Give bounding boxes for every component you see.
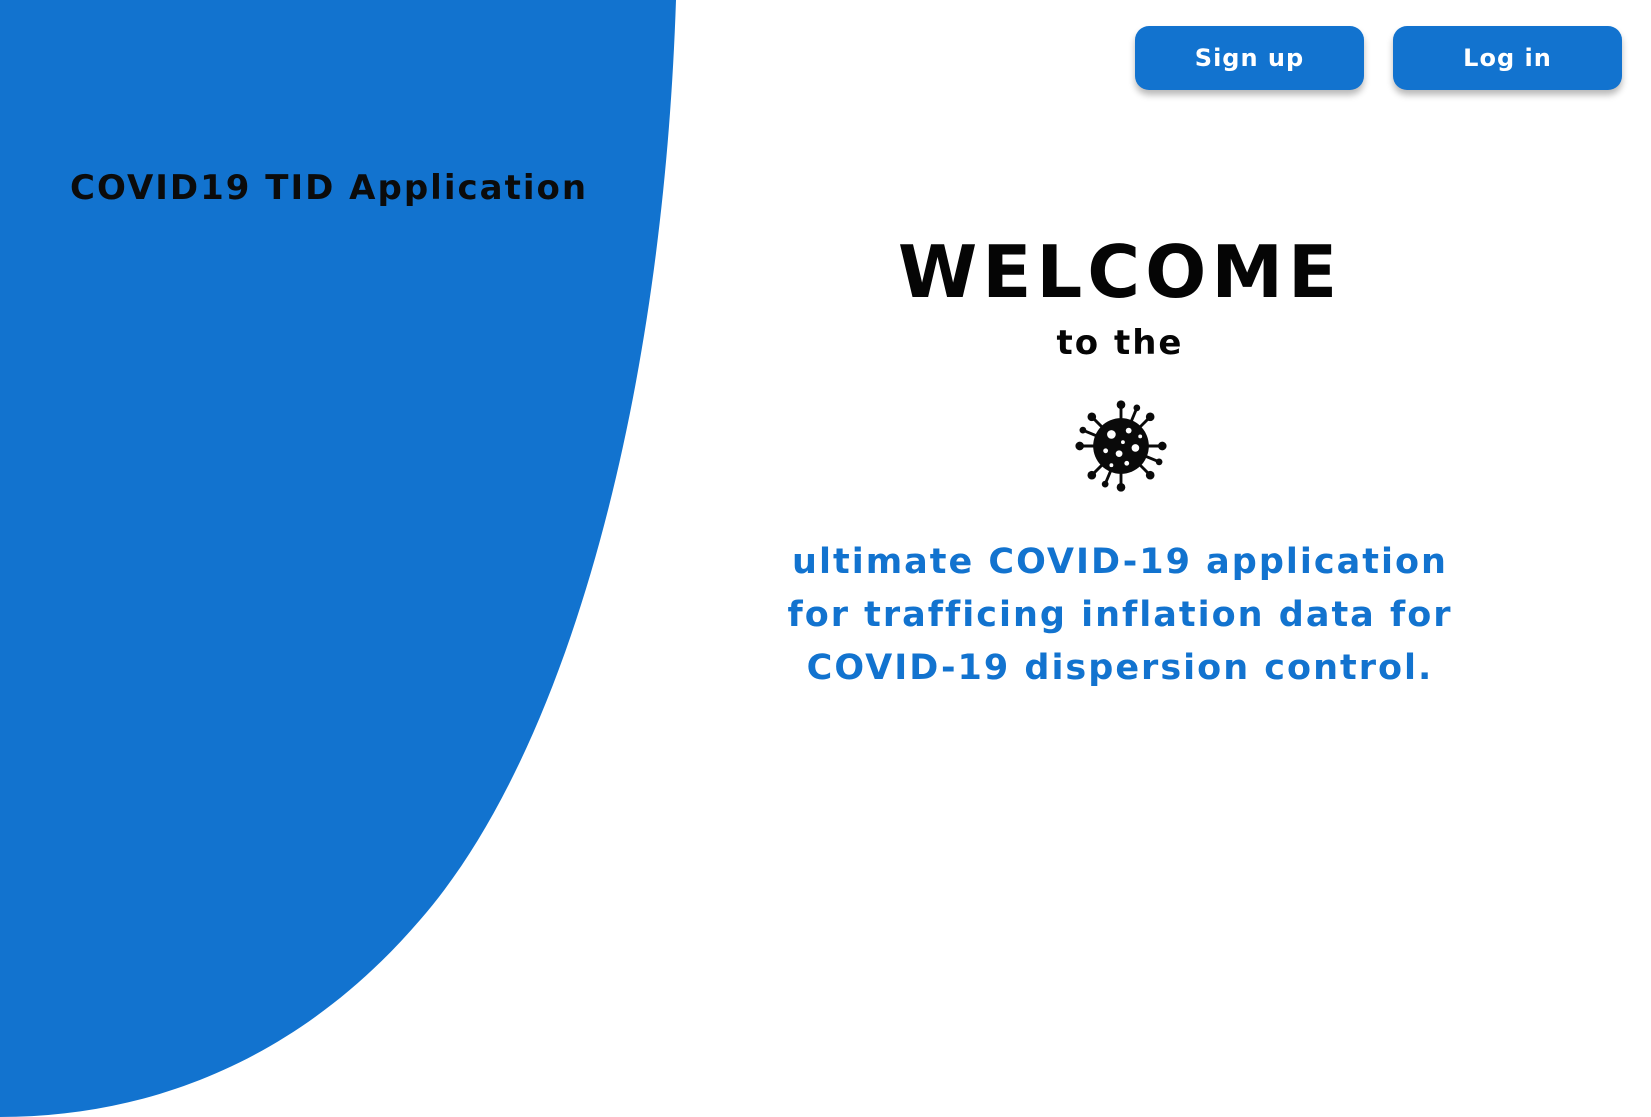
tagline-line: for trafficing inflation data for bbox=[787, 595, 1453, 635]
login-button[interactable]: Log in bbox=[1393, 26, 1622, 90]
landing-page: COVID19 TID Application Sign up Log in W… bbox=[0, 0, 1651, 1117]
virus-icon bbox=[1075, 400, 1167, 492]
app-title: COVID19 TID Application bbox=[70, 168, 589, 208]
welcome-heading: WELCOME bbox=[897, 230, 1343, 314]
welcome-subheading: to the bbox=[1056, 323, 1184, 363]
tagline: ultimate COVID-19 application for traffi… bbox=[760, 536, 1480, 695]
signup-button[interactable]: Sign up bbox=[1135, 26, 1364, 90]
tagline-line: ultimate COVID-19 application bbox=[792, 542, 1448, 582]
tagline-line: COVID-19 dispersion control. bbox=[806, 648, 1434, 688]
